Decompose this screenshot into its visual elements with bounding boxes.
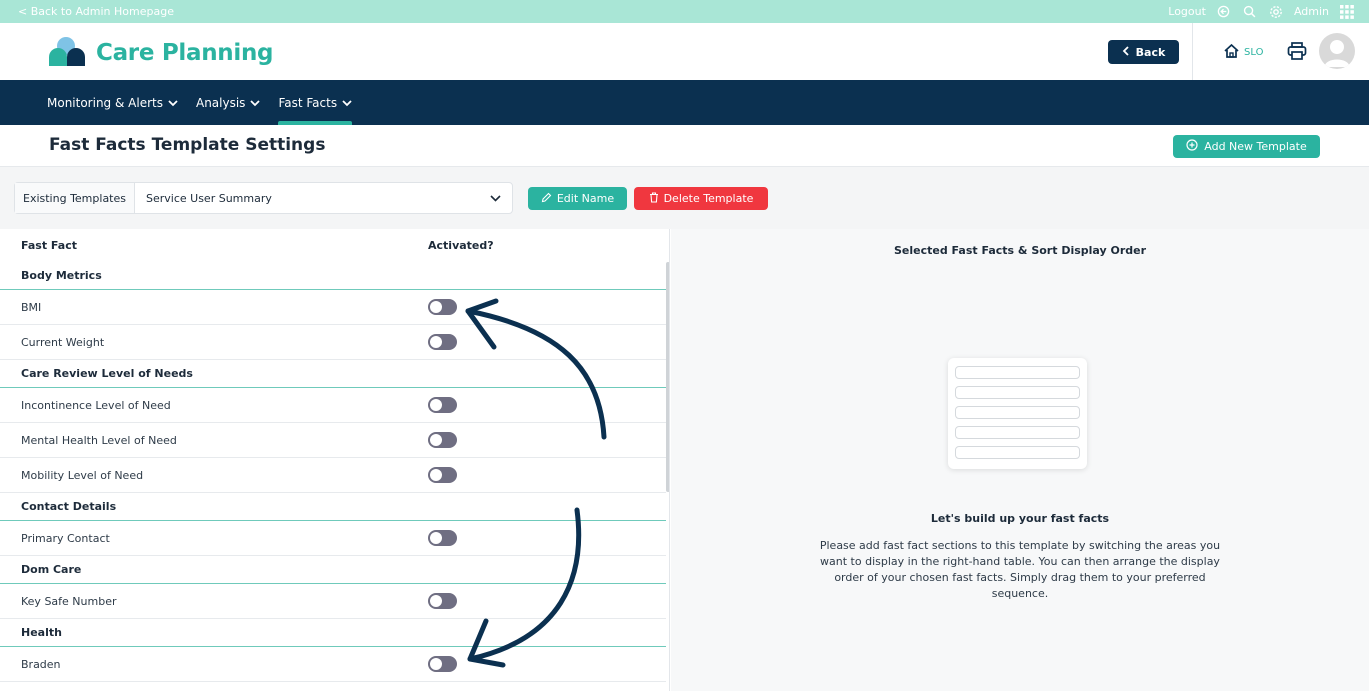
existing-templates-label: Existing Templates <box>15 183 135 213</box>
edit-name-label: Edit Name <box>556 192 615 205</box>
avatar[interactable] <box>1319 33 1355 69</box>
logout-link[interactable]: Logout <box>1168 5 1206 18</box>
activated-toggle-incontinence[interactable] <box>428 397 457 413</box>
section-header-health: Health <box>0 619 666 647</box>
column-header-activated: Activated? <box>428 239 494 252</box>
back-button[interactable]: Back <box>1108 40 1179 64</box>
nav-item-label: Fast Facts <box>278 95 338 110</box>
logout-icon[interactable] <box>1216 4 1232 20</box>
section-header-dom-care: Dom Care <box>0 556 666 584</box>
row-label: Current Weight <box>21 335 105 349</box>
plus-circle-icon <box>1186 139 1198 154</box>
chevron-down-icon <box>168 96 178 110</box>
home-slo-link[interactable]: SLO <box>1223 43 1263 62</box>
selected-fast-facts-title: Selected Fast Facts & Sort Display Order <box>893 244 1147 257</box>
chevron-left-icon <box>1122 45 1130 59</box>
table-row-key-safe-number: Key Safe Number <box>0 584 666 619</box>
activated-toggle-mental-health[interactable] <box>428 432 457 448</box>
fast-facts-table: Fast Fact Activated? Body Metrics BMI Cu… <box>0 229 670 691</box>
back-to-admin-link[interactable]: < Back to Admin Homepage <box>18 5 174 18</box>
activated-toggle-mobility[interactable] <box>428 467 457 483</box>
nav-item-label: Analysis <box>195 95 246 110</box>
print-icon[interactable] <box>1287 42 1307 64</box>
edit-name-button[interactable]: Edit Name <box>528 187 627 210</box>
delete-template-label: Delete Template <box>663 192 754 205</box>
table-row-braden: Braden <box>0 647 666 682</box>
main-nav: Monitoring & Alerts Analysis Fast Facts <box>0 80 1369 125</box>
nav-fast-facts[interactable]: Fast Facts <box>278 80 352 125</box>
row-label: Incontinence Level of Need <box>21 398 171 412</box>
search-icon[interactable] <box>1242 4 1258 20</box>
section-header-contact-details: Contact Details <box>0 493 666 521</box>
activated-toggle-key-safe-number[interactable] <box>428 593 457 609</box>
section-header-body-metrics: Body Metrics <box>0 262 666 290</box>
home-icon <box>1223 43 1240 62</box>
add-new-template-button[interactable]: Add New Template <box>1173 135 1320 158</box>
placeholder-line <box>955 406 1080 419</box>
selected-fast-facts-panel: Selected Fast Facts & Sort Display Order… <box>671 229 1369 691</box>
placeholder-line <box>955 446 1080 459</box>
nav-item-label: Monitoring & Alerts <box>47 95 163 110</box>
nav-monitoring-alerts[interactable]: Monitoring & Alerts <box>47 80 178 125</box>
row-label: Key Safe Number <box>21 594 117 608</box>
table-scrollbar[interactable] <box>666 262 669 492</box>
placeholder-line <box>955 386 1080 399</box>
row-label: Mental Health Level of Need <box>21 433 177 447</box>
chevron-down-icon[interactable] <box>478 194 512 202</box>
table-row-primary-contact: Primary Contact <box>0 521 666 556</box>
chevron-down-icon <box>342 96 352 110</box>
section-header-care-review: Care Review Level of Needs <box>0 360 666 388</box>
table-row-mobility: Mobility Level of Need <box>0 458 666 493</box>
placeholder-line <box>955 366 1080 379</box>
page-heading-bar: Fast Facts Template Settings Add New Tem… <box>0 125 1369 167</box>
empty-state-title: Let's build up your fast facts <box>930 512 1110 525</box>
row-label: Primary Contact <box>21 531 110 545</box>
add-new-template-label: Add New Template <box>1204 140 1307 153</box>
section-label: Contact Details <box>21 500 117 513</box>
app-header: Care Planning Back SLO <box>0 23 1369 80</box>
app-title: Care Planning <box>96 40 274 66</box>
trash-icon <box>649 191 659 206</box>
topbar-right: Logout Admin <box>1168 4 1355 20</box>
activated-toggle-braden[interactable] <box>428 656 457 672</box>
brand[interactable]: Care Planning <box>46 35 273 71</box>
admin-label[interactable]: Admin <box>1294 5 1329 18</box>
table-row-bmi: BMI <box>0 290 666 325</box>
nav-analysis[interactable]: Analysis <box>195 80 261 125</box>
fast-facts-rows: Body Metrics BMI Current Weight Care Rev… <box>0 262 666 682</box>
row-label: BMI <box>21 300 42 314</box>
section-label: Health <box>21 626 62 639</box>
gear-icon[interactable] <box>1268 4 1284 20</box>
selected-template-value[interactable]: Service User Summary <box>135 192 478 205</box>
template-toolbar: Existing Templates Service User Summary … <box>0 167 1369 229</box>
app-grid-icon[interactable] <box>1339 4 1355 20</box>
chevron-down-icon <box>250 96 261 110</box>
care-planning-logo-icon <box>46 35 88 71</box>
activated-toggle-current-weight[interactable] <box>428 334 457 350</box>
placeholder-line <box>955 426 1080 439</box>
table-row-mental-health: Mental Health Level of Need <box>0 423 666 458</box>
page-title: Fast Facts Template Settings <box>49 135 326 155</box>
existing-templates-select[interactable]: Existing Templates Service User Summary <box>14 182 513 214</box>
section-label: Dom Care <box>21 563 82 576</box>
section-label: Care Review Level of Needs <box>21 367 193 380</box>
row-label: Braden <box>21 657 61 671</box>
header-divider <box>1192 23 1193 80</box>
activated-toggle-bmi[interactable] <box>428 299 457 315</box>
activated-toggle-primary-contact[interactable] <box>428 530 457 546</box>
row-label: Mobility Level of Need <box>21 468 144 482</box>
column-header-fast-fact: Fast Fact <box>21 239 77 252</box>
table-row-current-weight: Current Weight <box>0 325 666 360</box>
pencil-icon <box>541 192 552 206</box>
table-row-incontinence: Incontinence Level of Need <box>0 388 666 423</box>
delete-template-button[interactable]: Delete Template <box>634 187 768 210</box>
admin-topbar: < Back to Admin Homepage Logout Admin <box>0 0 1369 23</box>
empty-state-text: Please add fast fact sections to this te… <box>819 539 1221 600</box>
empty-state-illustration <box>948 358 1087 469</box>
back-button-label: Back <box>1135 45 1166 59</box>
section-label: Body Metrics <box>21 269 102 282</box>
home-slo-label: SLO <box>1244 47 1264 58</box>
